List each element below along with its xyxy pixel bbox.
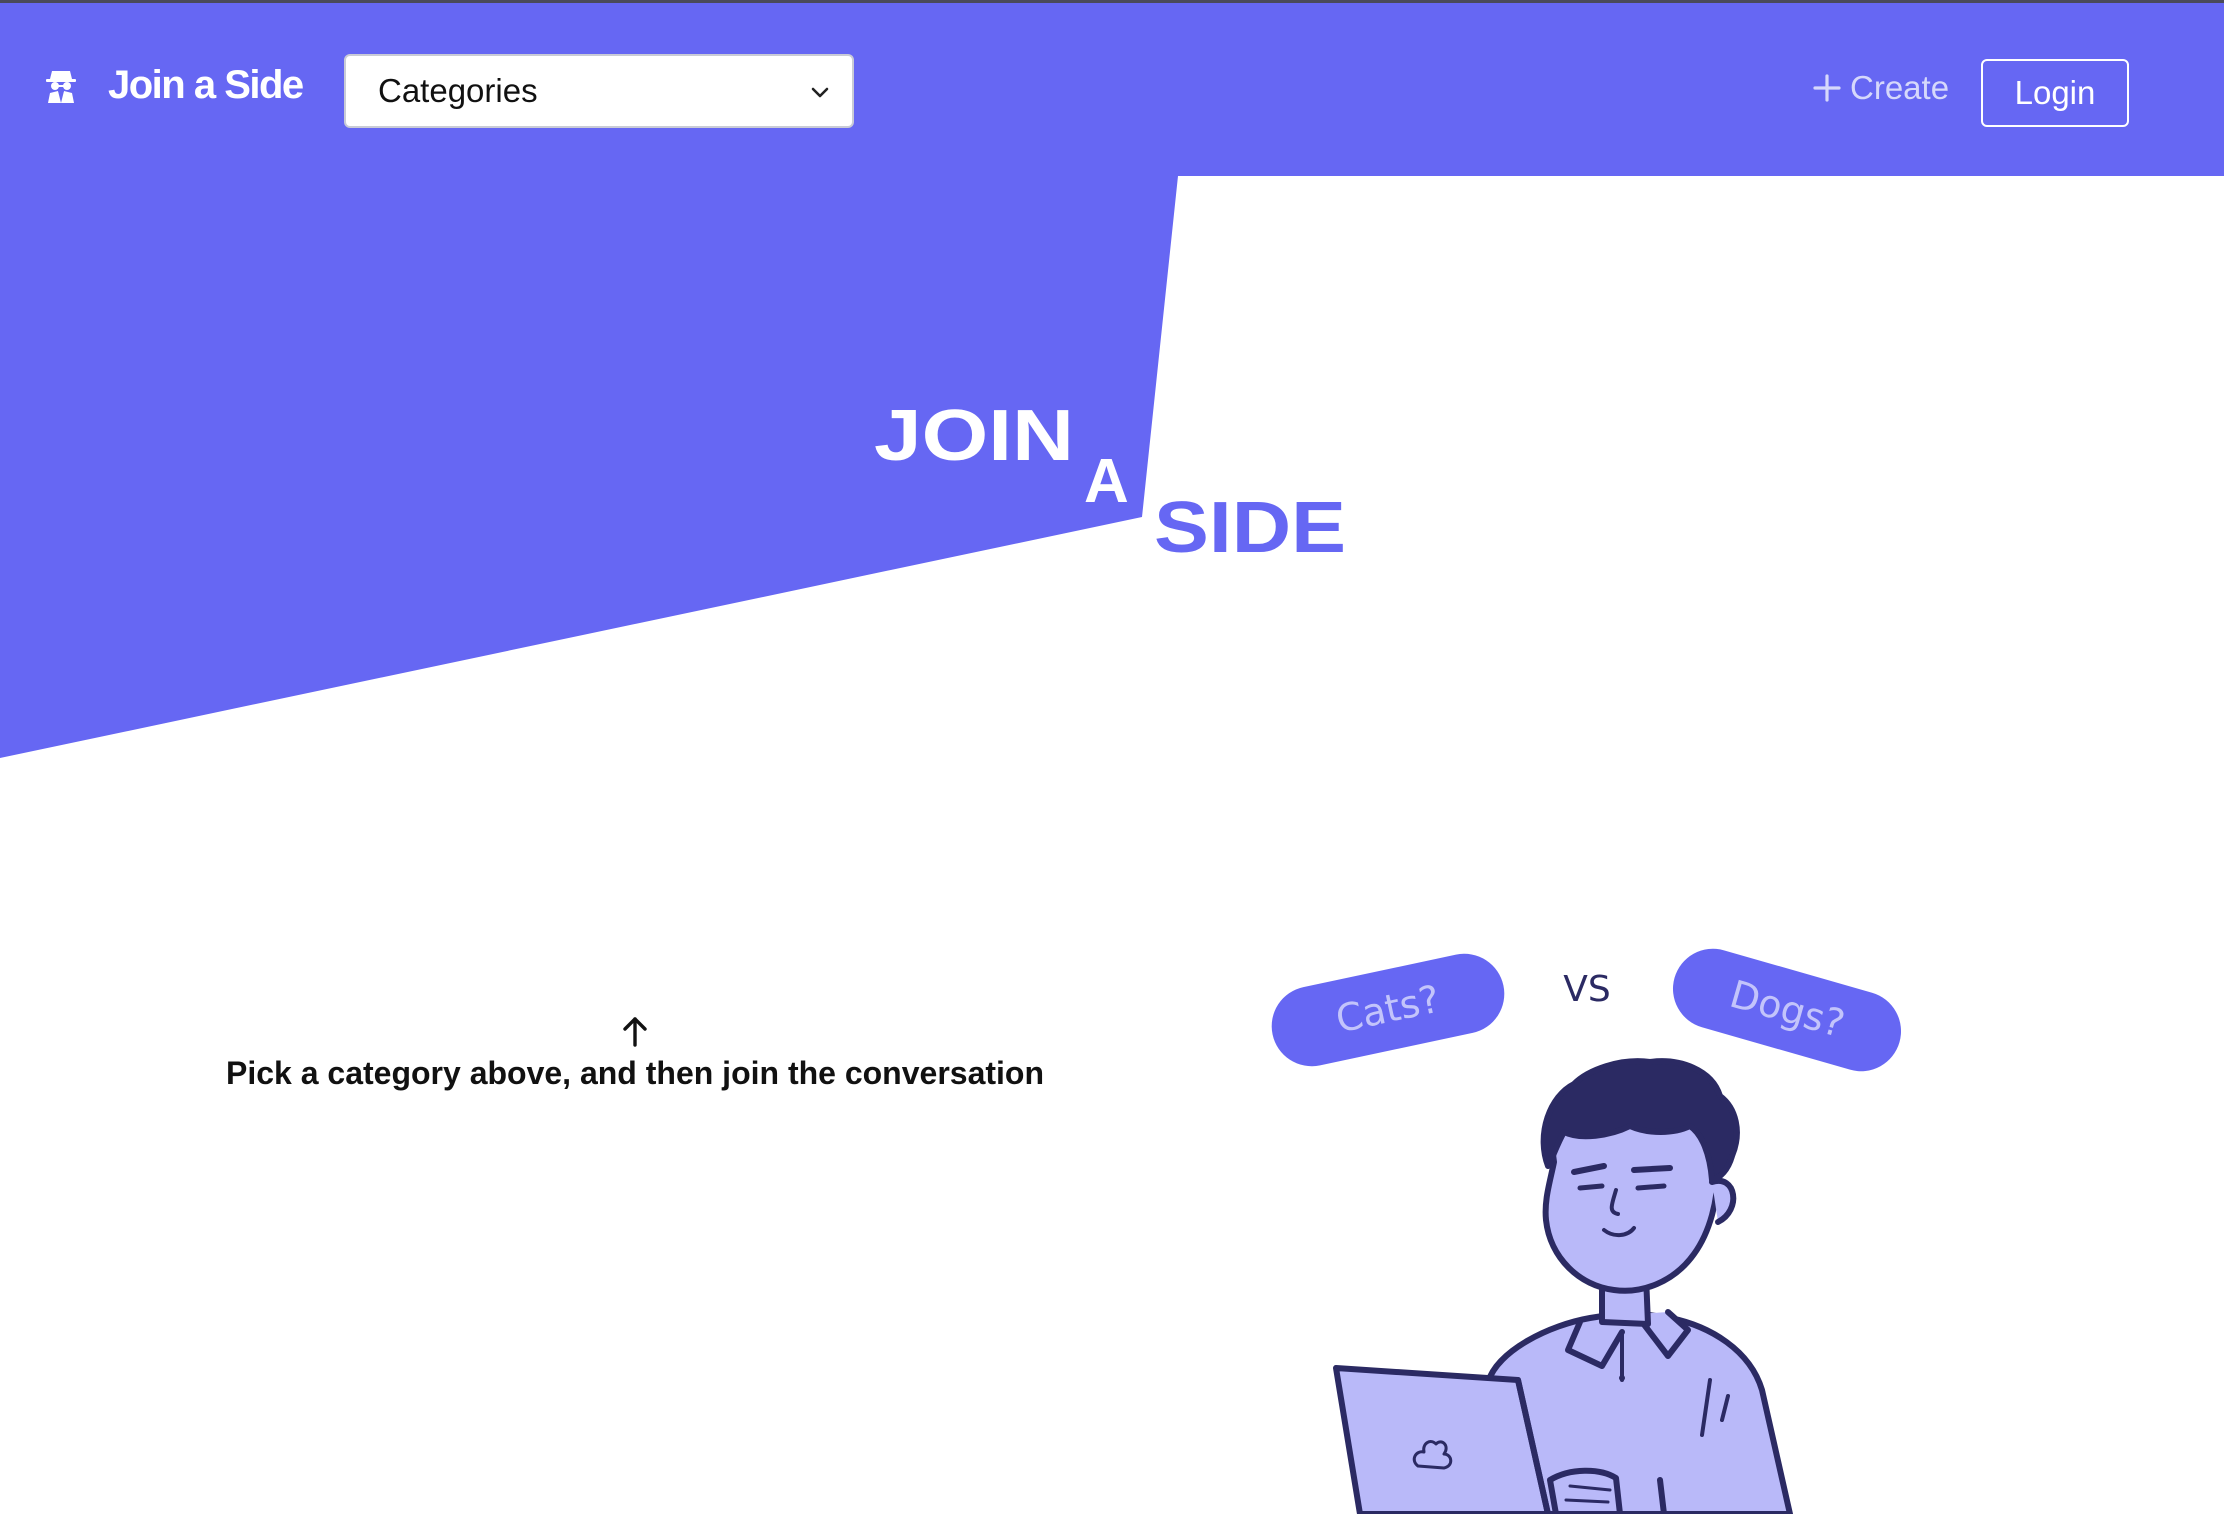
brand-link[interactable]: Join a Side: [44, 63, 304, 108]
hero-title-side: SIDE: [1154, 488, 1346, 568]
plus-icon: [1813, 74, 1841, 102]
hero-title-join: JOIN: [874, 396, 1074, 476]
hero-title-a: A: [1084, 447, 1129, 516]
login-button-label: Login: [2014, 74, 2096, 111]
login-button[interactable]: Login: [1981, 59, 2129, 127]
chevron-down-icon: [811, 87, 829, 98]
arrow-up-icon: [623, 1017, 647, 1047]
cats-bubble: Cats?: [1271, 953, 1505, 1067]
dogs-bubble: Dogs?: [1672, 948, 1902, 1072]
versus-label: VS: [1563, 969, 1610, 1010]
debate-illustration: Cats? VS Dogs?: [1271, 948, 1902, 1514]
hero-logo-title: JOIN A SIDE: [874, 396, 1346, 568]
brand-name: Join a Side: [108, 63, 304, 107]
page: Join a Side Categories Create Login JOIN…: [0, 0, 2224, 1514]
spy-icon: [46, 70, 76, 103]
person-figure: [1333, 1058, 1793, 1514]
instruction-text: Pick a category above, and then join the…: [226, 1055, 1044, 1091]
create-link[interactable]: Create: [1812, 69, 1949, 107]
create-link-label: Create: [1850, 69, 1950, 106]
categories-select-label: Categories: [378, 72, 538, 109]
categories-select[interactable]: Categories: [344, 54, 854, 128]
instruction-block: Pick a category above, and then join the…: [160, 1015, 1110, 1092]
navbar: Join a Side Categories Create Login: [0, 3, 2224, 176]
